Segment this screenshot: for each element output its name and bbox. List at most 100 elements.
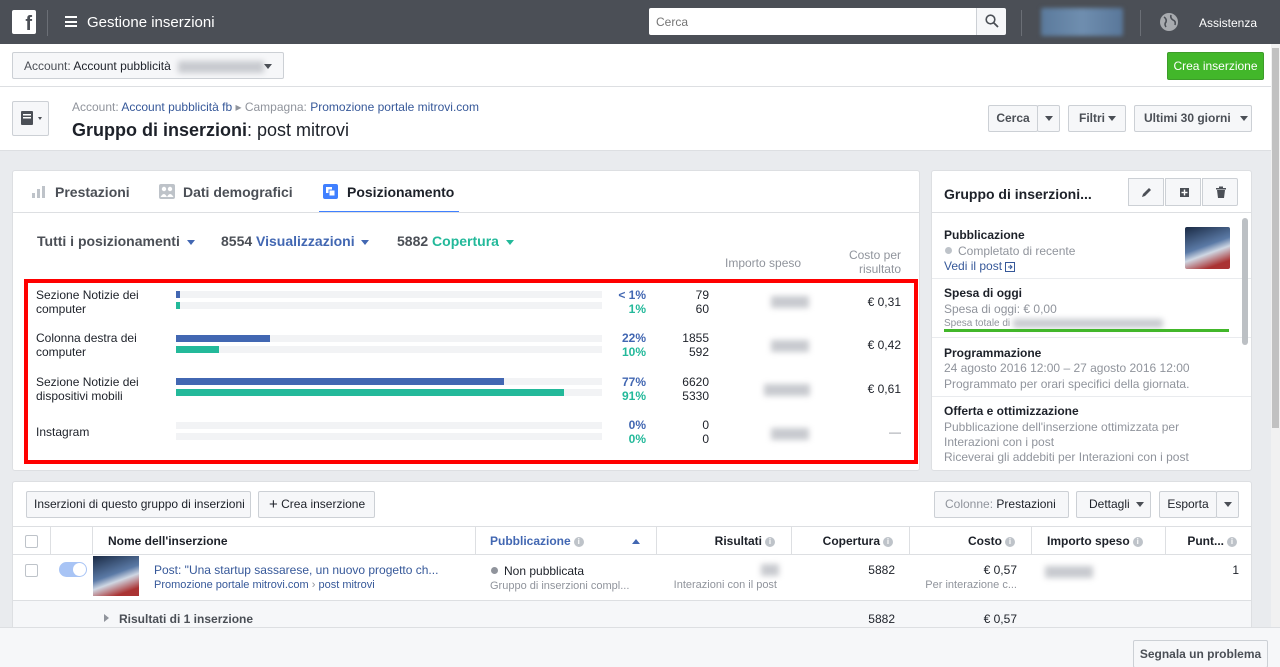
info-icon[interactable]: i bbox=[765, 536, 775, 547]
facebook-logo-icon[interactable]: f bbox=[12, 10, 36, 35]
views-metric-dropdown[interactable]: 8554 Visualizzazioni bbox=[221, 233, 370, 249]
plus-icon: + bbox=[269, 496, 278, 513]
ad-campaign-link[interactable]: Promozione portale mitrovi.com bbox=[154, 579, 309, 591]
post-thumbnail[interactable] bbox=[1185, 227, 1230, 269]
cost-per-result: € 0,61 bbox=[867, 382, 901, 396]
panel-scrollbar[interactable] bbox=[1242, 218, 1248, 345]
divider bbox=[932, 337, 1251, 338]
info-icon[interactable]: i bbox=[1005, 536, 1015, 547]
offer-line: Riceverai gli addebiti per Interazioni c… bbox=[944, 450, 1189, 464]
details-dropdown[interactable]: Dettagli bbox=[1076, 491, 1151, 518]
info-icon[interactable]: i bbox=[1132, 536, 1143, 547]
chevron-down-icon bbox=[1136, 502, 1145, 508]
account-selector[interactable]: Account: Account pubblicità bbox=[12, 52, 284, 79]
columns-value: Prestazioni bbox=[996, 497, 1056, 511]
chevron-down-icon bbox=[1240, 116, 1249, 122]
tab-performance[interactable]: Prestazioni bbox=[55, 184, 130, 200]
menu-icon[interactable] bbox=[65, 16, 77, 27]
spend-title: Spesa di oggi bbox=[944, 286, 1023, 300]
ad-adset-link[interactable]: post mitrovi bbox=[318, 579, 374, 591]
views-bar bbox=[176, 378, 504, 385]
adset-menu-button[interactable] bbox=[12, 101, 49, 136]
divider bbox=[1140, 10, 1141, 36]
total-cost: € 0,57 bbox=[983, 612, 1017, 626]
report-problem-button[interactable]: Segnala un problema bbox=[1133, 640, 1268, 667]
app-title[interactable]: Gestione inserzioni bbox=[87, 14, 215, 31]
column-header-cost[interactable]: Costo i bbox=[910, 526, 1032, 555]
all-placements-dropdown[interactable]: Tutti i posizionamenti bbox=[37, 233, 195, 249]
edit-button[interactable] bbox=[1128, 178, 1164, 206]
placement-label: Sezione Notizie dei computer bbox=[36, 288, 139, 316]
tab-demographics[interactable]: Dati demografici bbox=[183, 184, 293, 200]
create-ad-button[interactable]: Crea inserzione bbox=[1167, 52, 1264, 80]
chevron-down-icon bbox=[1108, 116, 1117, 122]
select-all-checkbox[interactable] bbox=[25, 535, 38, 548]
views-percent: 22% bbox=[621, 331, 646, 345]
score-cell: 1 bbox=[1232, 563, 1239, 577]
reach-bar bbox=[176, 389, 564, 396]
reach-bar-track bbox=[176, 302, 602, 309]
results-subtext: Interazioni con il post bbox=[673, 579, 777, 591]
ad-toggle[interactable] bbox=[59, 562, 87, 577]
cost-per-result: € 0,31 bbox=[867, 295, 901, 309]
amount-spent-redacted bbox=[1045, 566, 1093, 578]
delete-button[interactable] bbox=[1202, 178, 1238, 206]
info-icon[interactable]: i bbox=[573, 536, 584, 547]
column-header-name[interactable]: Nome dell'inserzione bbox=[93, 526, 476, 555]
divider bbox=[932, 212, 1251, 213]
divider bbox=[13, 212, 919, 213]
publication-status: Completato di recente bbox=[958, 244, 1076, 258]
user-profile[interactable] bbox=[1041, 8, 1123, 36]
export-button[interactable]: Esporta bbox=[1159, 491, 1217, 518]
ad-name-link[interactable]: Post: "Una startup sassarese, un nuovo p… bbox=[154, 563, 438, 577]
view-post-link[interactable]: Vedi il post bbox=[944, 259, 1016, 273]
views-value: 79 bbox=[695, 288, 709, 302]
reach-metric-dropdown[interactable]: 5882 Copertura bbox=[397, 233, 514, 249]
row-checkbox[interactable] bbox=[25, 564, 38, 577]
expand-icon[interactable] bbox=[104, 614, 109, 622]
reach-value: 592 bbox=[688, 345, 709, 359]
export-dropdown-button[interactable] bbox=[1216, 491, 1239, 518]
create-ad-table-button[interactable]: + Crea inserzione bbox=[258, 491, 375, 518]
reach-cell: 5882 bbox=[868, 563, 895, 577]
date-range-picker[interactable]: Ultimi 30 giorni bbox=[1134, 105, 1252, 132]
tab-placement[interactable]: Posizionamento bbox=[347, 184, 454, 200]
search-campaign-button[interactable]: Cerca bbox=[988, 105, 1038, 132]
column-header-score[interactable]: Punt... i bbox=[1166, 526, 1251, 555]
select-all-header bbox=[13, 526, 51, 555]
page-scrollbar[interactable] bbox=[1272, 48, 1279, 428]
placement-label: Colonna destra dei computer bbox=[36, 331, 137, 359]
columns-dropdown[interactable]: Colonne: Prestazioni bbox=[934, 491, 1069, 533]
amount-spent-column-header: Importo speso bbox=[725, 256, 802, 270]
search-button[interactable] bbox=[976, 8, 1006, 35]
column-header-reach[interactable]: Copertura i bbox=[792, 526, 910, 555]
globe-icon[interactable] bbox=[1159, 12, 1179, 32]
columns-label: Colonne: bbox=[945, 497, 994, 511]
sort-ascending-icon bbox=[632, 539, 640, 544]
ad-thumbnail[interactable] bbox=[93, 556, 139, 596]
ad-delivery-status: Non pubblicata bbox=[504, 564, 585, 578]
info-icon[interactable]: i bbox=[1227, 536, 1237, 547]
divider bbox=[932, 396, 1251, 397]
filters-button[interactable]: Filtri bbox=[1068, 105, 1126, 132]
column-header-amount-spent[interactable]: Importo speso i bbox=[1032, 526, 1166, 555]
ads-filter-dropdown[interactable]: Inserzioni di questo gruppo di inserzion… bbox=[26, 491, 251, 533]
search-dropdown-button[interactable] bbox=[1037, 105, 1060, 132]
duplicate-button[interactable] bbox=[1165, 178, 1201, 206]
column-header-results[interactable]: Risultati i bbox=[657, 526, 792, 555]
views-bar-track bbox=[176, 378, 602, 385]
account-label: Account: bbox=[24, 59, 71, 73]
info-icon[interactable]: i bbox=[883, 536, 893, 547]
schedule-dates: 24 agosto 2016 12:00 – 27 agosto 2016 12… bbox=[944, 361, 1190, 375]
breadcrumb-campaign-link[interactable]: Promozione portale mitrovi.com bbox=[310, 100, 479, 114]
amount-spent-redacted bbox=[771, 428, 809, 440]
external-link-icon bbox=[1005, 261, 1016, 272]
search-icon bbox=[985, 14, 999, 28]
breadcrumb-account-link[interactable]: Account pubblicità fb bbox=[121, 100, 232, 114]
help-link[interactable]: Assistenza bbox=[1199, 16, 1257, 30]
offer-title: Offerta e ottimizzazione bbox=[944, 404, 1079, 418]
search-input[interactable] bbox=[649, 8, 976, 35]
column-header-delivery[interactable]: Pubblicazione i bbox=[476, 526, 657, 555]
cost-per-result-header-line2: risultato bbox=[858, 262, 901, 276]
all-placements-label: Tutti i posizionamenti bbox=[37, 233, 180, 249]
